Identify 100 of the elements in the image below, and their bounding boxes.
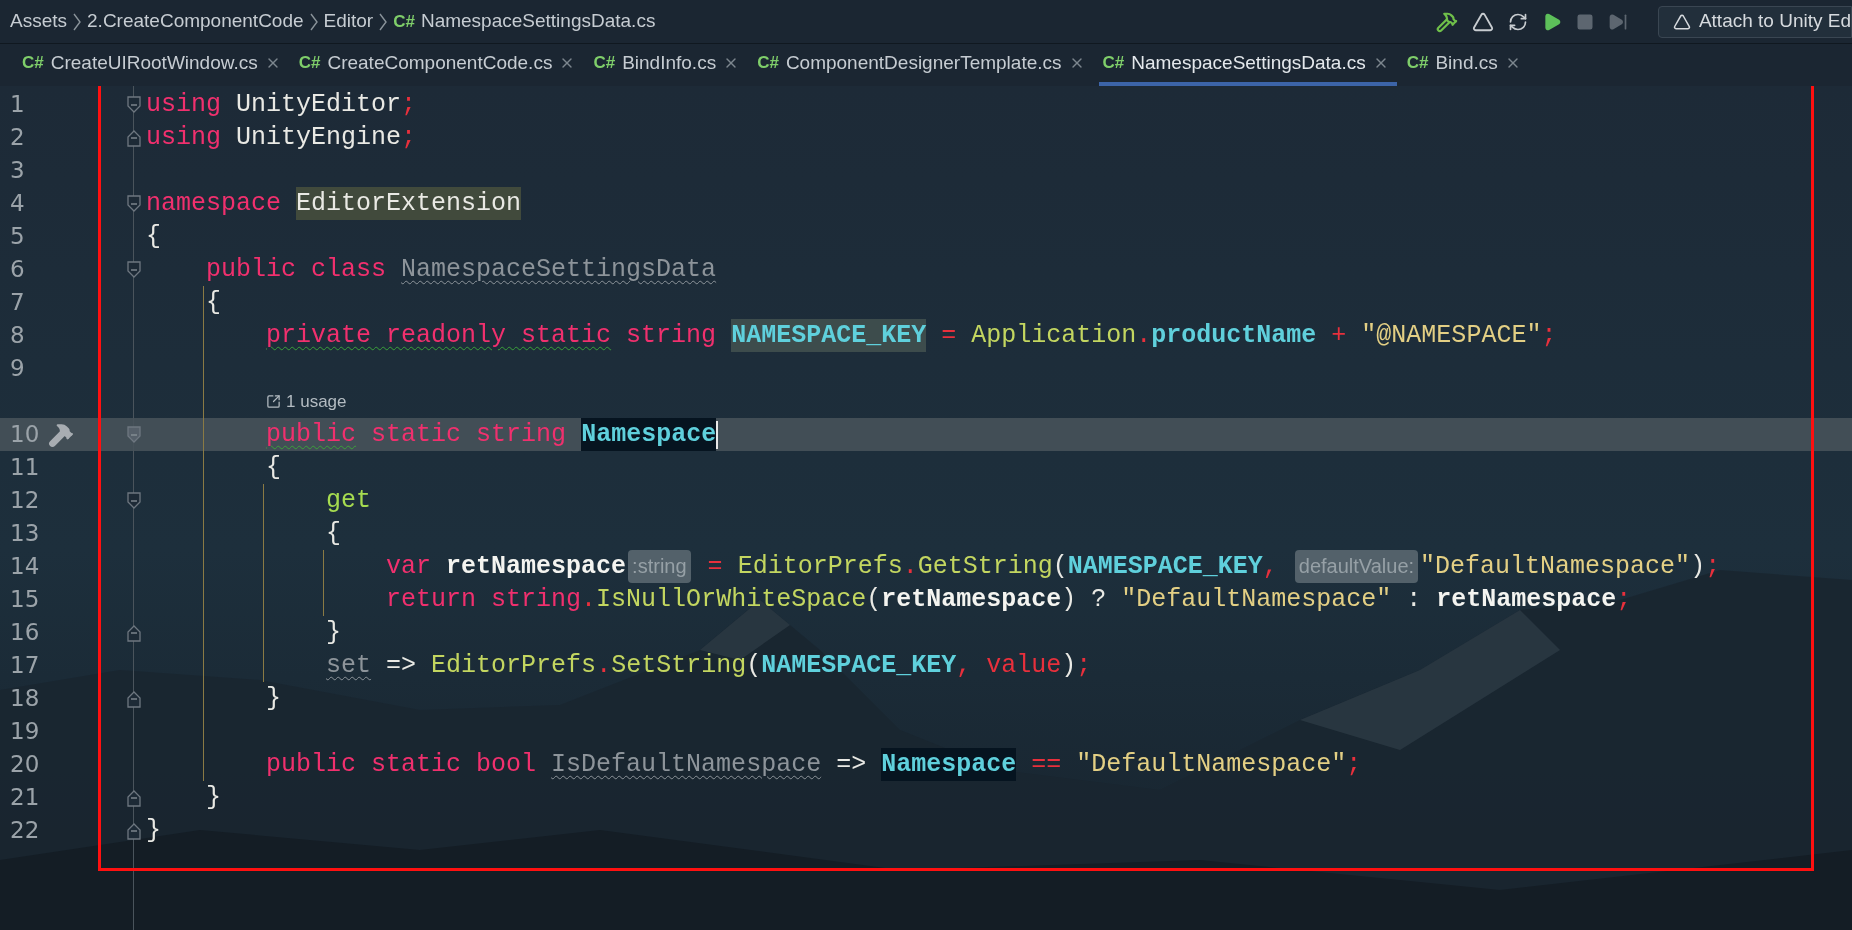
- code-token: (: [866, 584, 882, 616]
- code-token: EditorExtension: [296, 187, 522, 220]
- breadcrumb-item[interactable]: 2.CreateComponentCode: [87, 7, 304, 36]
- tab-label: ComponentDesignerTemplate.cs: [785, 50, 1062, 75]
- chevron-icon: [309, 12, 318, 31]
- fold-open-icon[interactable]: [126, 94, 142, 115]
- attach-button[interactable]: Attach to Unity Ed: [1657, 5, 1852, 38]
- language-label: C#: [1102, 52, 1125, 75]
- code-token: ;: [401, 122, 417, 154]
- code-token: "DefaultNamespace": [1121, 584, 1392, 616]
- code-token: (: [1052, 551, 1068, 583]
- breadcrumb-item[interactable]: Editor: [323, 7, 374, 36]
- refresh-icon[interactable]: [1507, 11, 1528, 32]
- language-label: C#: [757, 52, 779, 75]
- breadcrumb-item[interactable]: NamespaceSettingsData.cs: [420, 7, 656, 36]
- code-token: +: [1331, 320, 1347, 352]
- code-token: namespace: [146, 188, 282, 220]
- editor-tab[interactable]: C# ComponentDesignerTemplate.cs: [753, 44, 1093, 86]
- code-token: {: [206, 287, 222, 319]
- code-token: .: [902, 551, 918, 583]
- code-token: .: [1136, 320, 1152, 352]
- code-token: }: [326, 617, 342, 649]
- inlay-hint: :string: [628, 550, 691, 583]
- code-token: private readonly static: [266, 320, 612, 352]
- line-number: 11: [9, 453, 41, 483]
- code-token: IsDefaultNamespace: [551, 749, 822, 781]
- tab-label: Bind.cs: [1435, 50, 1498, 75]
- line-number: 14: [9, 552, 41, 582]
- code-token: ): [1690, 551, 1706, 583]
- hammer-icon[interactable]: [1435, 10, 1458, 33]
- line-number: 17: [9, 651, 41, 681]
- language-label: C#: [1406, 52, 1429, 75]
- code-token: GetString: [917, 551, 1053, 583]
- code-token: , value: [956, 650, 1062, 682]
- code-token: UnityEditor: [236, 89, 402, 121]
- code-token: static string: [371, 419, 567, 451]
- editor-tab[interactable]: C# Bind.cs: [1402, 44, 1529, 86]
- code-token: {: [146, 221, 161, 253]
- tab-label: NamespaceSettingsData.cs: [1131, 50, 1366, 75]
- code-token: "@NAMESPACE": [1361, 320, 1542, 352]
- code-token: ;: [1705, 551, 1721, 583]
- line-number: 20: [9, 750, 41, 780]
- fold-open-icon[interactable]: [126, 259, 142, 280]
- line-number: 18: [9, 684, 41, 714]
- code-token: ;: [401, 89, 417, 121]
- editor-tab[interactable]: C# CreateUIRootWindow.cs: [18, 44, 289, 86]
- code-token: EditorPrefs: [737, 551, 903, 583]
- tab-label: BindInfo.cs: [622, 50, 717, 75]
- line-number: 3: [9, 156, 26, 186]
- editor-tab[interactable]: C# BindInfo.cs: [589, 44, 748, 86]
- code-token: using: [146, 122, 221, 154]
- fold-open-icon[interactable]: [126, 490, 142, 511]
- code-token: retNamespace: [446, 551, 627, 583]
- code-token: public static bool: [266, 749, 537, 781]
- code-token: .: [596, 650, 612, 682]
- editor-tab[interactable]: C# CreateComponentCode.cs: [294, 44, 584, 86]
- code-token: .: [581, 584, 597, 616]
- text-cursor: [716, 420, 719, 449]
- code-token: using: [146, 89, 221, 121]
- line-number: 9: [9, 354, 26, 384]
- usage-hint[interactable]: 1 usage: [266, 388, 347, 415]
- code-token: retNamespace: [1436, 584, 1617, 616]
- line-number: 16: [9, 618, 41, 648]
- fold-open-icon[interactable]: [126, 424, 142, 445]
- language-label: C#: [298, 52, 321, 75]
- fold-open-icon[interactable]: [126, 193, 142, 214]
- code-token: =: [941, 320, 957, 352]
- code-token: ;: [1346, 749, 1362, 781]
- chevron-icon: [379, 12, 388, 31]
- code-token: EditorPrefs: [431, 650, 597, 682]
- code-token: =: [707, 551, 723, 583]
- code-token: ==: [1031, 749, 1062, 781]
- code-token: UnityEngine: [236, 122, 402, 154]
- tab-label: CreateComponentCode.cs: [327, 50, 553, 75]
- code-token: :: [1406, 584, 1422, 616]
- code-token: get: [326, 485, 372, 517]
- code-token: retNamespace: [881, 584, 1062, 616]
- code-token: ;: [1541, 320, 1557, 352]
- code-token: NAMESPACE_KEY: [1067, 551, 1263, 583]
- code-token: "DefaultNamespace": [1420, 551, 1691, 583]
- code-token: public: [266, 419, 357, 451]
- code-token: }: [266, 683, 282, 715]
- code-token: ): [1061, 650, 1077, 682]
- line-number: 7: [9, 288, 26, 318]
- code-token: NAMESPACE_KEY: [761, 650, 957, 682]
- code-token: IsNullOrWhiteSpace: [596, 584, 867, 616]
- code-token: NamespaceSettingsData: [401, 254, 717, 286]
- line-number: 2: [9, 123, 26, 153]
- chevron-icon: [73, 12, 82, 31]
- hammer-icon[interactable]: [48, 421, 74, 448]
- line-number: 21: [9, 783, 41, 813]
- code-token: }: [206, 782, 222, 814]
- breadcrumb-item[interactable]: Assets: [10, 7, 68, 36]
- line-number: 15: [9, 585, 41, 615]
- line-number: 6: [9, 255, 26, 285]
- code-token: return string: [386, 584, 582, 616]
- code-token: var: [386, 551, 432, 583]
- code-token: ;: [1616, 584, 1632, 616]
- code-token: set: [326, 650, 372, 682]
- inlay-hint: defaultValue:: [1294, 550, 1419, 583]
